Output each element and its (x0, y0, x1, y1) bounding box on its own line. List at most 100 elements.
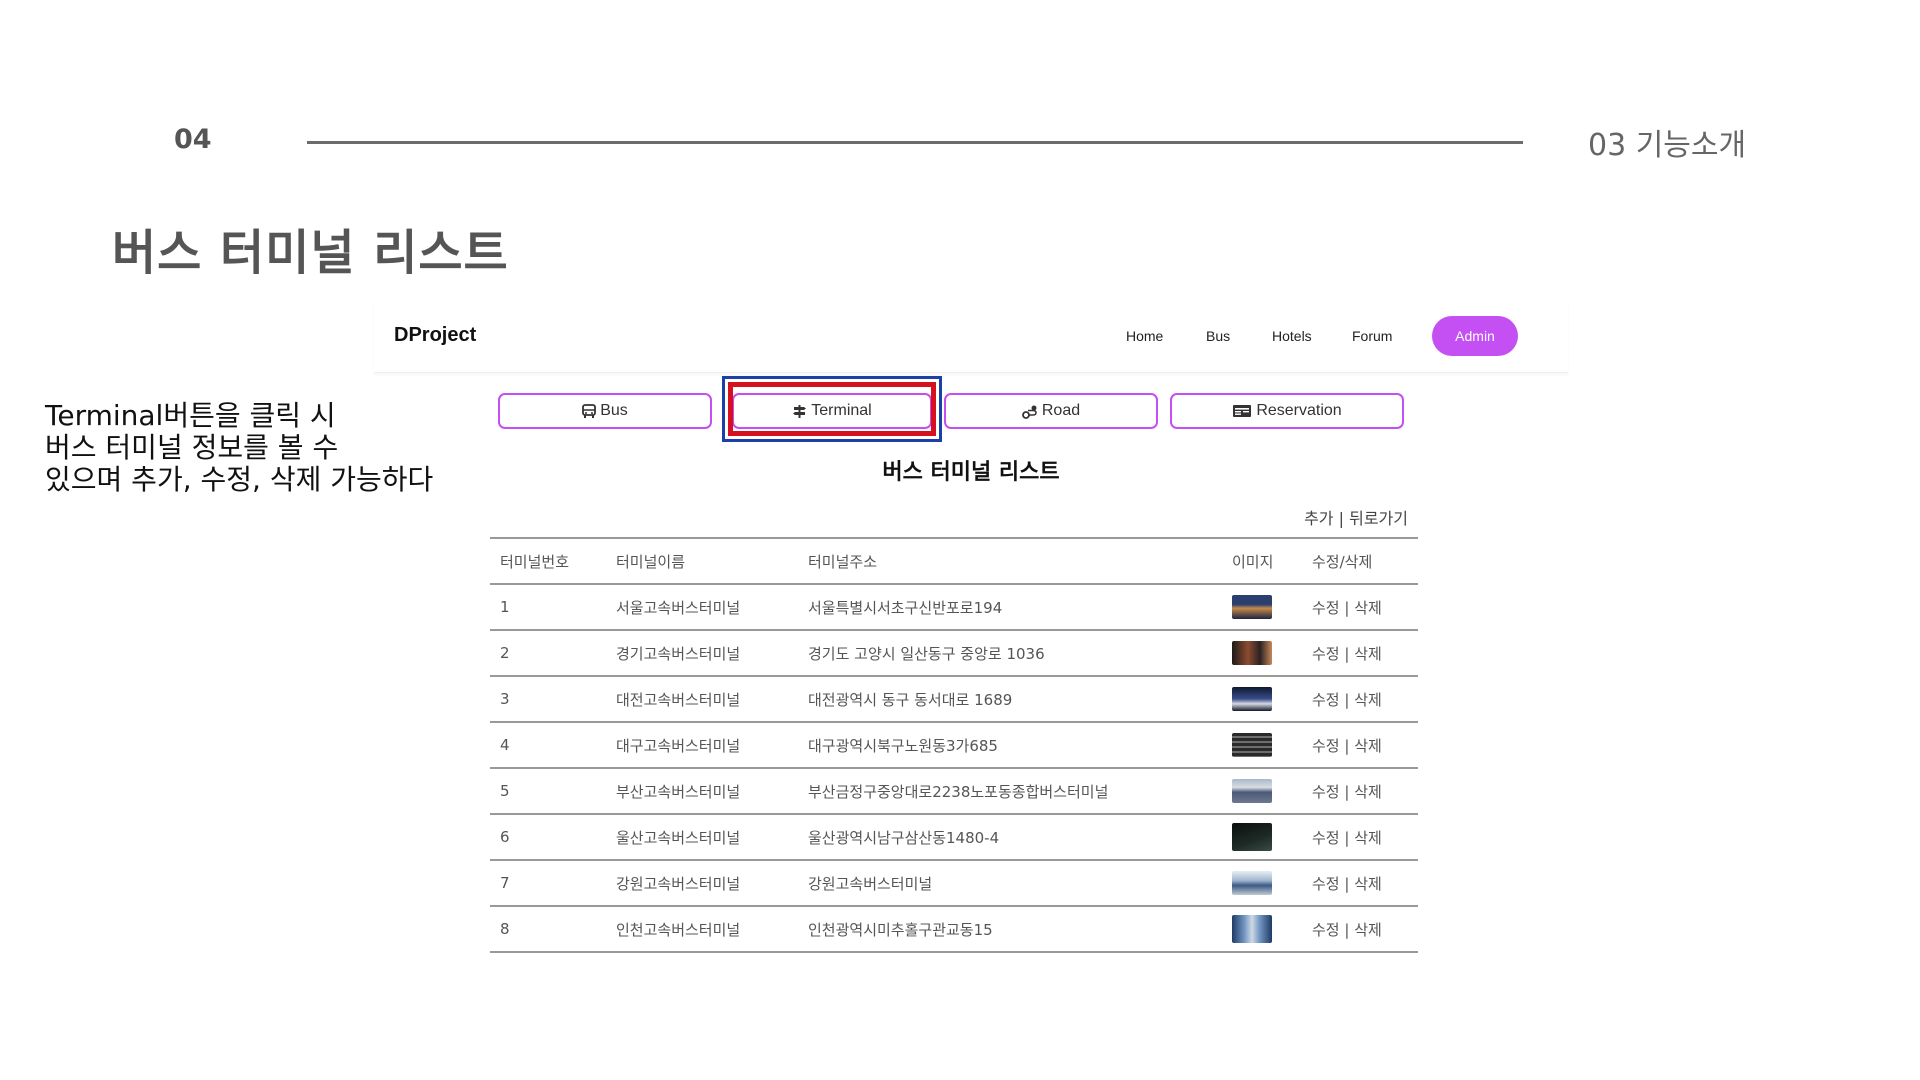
cell-image (1222, 676, 1302, 723)
table-row: 1 서울고속버스터미널 서울특별시서초구신반포로194 수정 | 삭제 (490, 584, 1418, 631)
cell-terminal-name: 울산고속버스터미널 (606, 814, 798, 861)
table-row: 8 인천고속버스터미널 인천광역시미추홀구관교동15 수정 | 삭제 (490, 906, 1418, 953)
list-title: 버스 터미널 리스트 (882, 460, 1060, 485)
nav-admin-button[interactable]: Admin (1432, 316, 1518, 356)
terminal-thumbnail (1232, 823, 1272, 851)
cell-terminal-no: 5 (490, 768, 606, 815)
header-terminal-no: 터미널번호 (490, 537, 606, 585)
terminal-thumbnail (1232, 779, 1272, 803)
delete-link[interactable]: 삭제 (1354, 783, 1382, 801)
cell-actions: 수정 | 삭제 (1302, 676, 1418, 723)
bus-icon (582, 403, 597, 419)
nav-home[interactable]: Home (1126, 328, 1163, 344)
cell-terminal-address: 대전광역시 동구 동서대로 1689 (798, 676, 1222, 723)
action-separator: | (1344, 874, 1350, 893)
header-edit-delete: 수정/삭제 (1302, 537, 1418, 585)
cell-image (1222, 860, 1302, 907)
table-row: 2 경기고속버스터미널 경기도 고양시 일산동구 중앙로 1036 수정 | 삭… (490, 630, 1418, 677)
header-terminal-name: 터미널이름 (606, 537, 798, 585)
cell-terminal-name: 대구고속버스터미널 (606, 722, 798, 769)
action-separator: | (1344, 690, 1350, 709)
cell-terminal-name: 서울고속버스터미널 (606, 584, 798, 631)
tab-reservation-button[interactable]: Reservation (1170, 393, 1404, 429)
cell-actions: 수정 | 삭제 (1302, 768, 1418, 815)
cell-image (1222, 630, 1302, 677)
action-separator: | (1344, 782, 1350, 801)
cell-terminal-name: 인천고속버스터미널 (606, 906, 798, 953)
action-separator: | (1344, 920, 1350, 939)
cell-actions: 수정 | 삭제 (1302, 584, 1418, 631)
edit-link[interactable]: 수정 (1312, 783, 1340, 801)
edit-link[interactable]: 수정 (1312, 599, 1340, 617)
tab-bus-button[interactable]: Bus (498, 393, 712, 429)
terminal-thumbnail (1232, 733, 1272, 757)
ticket-icon (1232, 404, 1252, 418)
terminal-thumbnail (1232, 595, 1272, 619)
add-link[interactable]: 추가 (1304, 509, 1333, 528)
terminal-highlight-box (722, 376, 942, 442)
table-row: 6 울산고속버스터미널 울산광역시남구삼산동1480-4 수정 | 삭제 (490, 814, 1418, 861)
cell-terminal-no: 6 (490, 814, 606, 861)
cell-image (1222, 722, 1302, 769)
edit-link[interactable]: 수정 (1312, 691, 1340, 709)
table-row: 5 부산고속버스터미널 부산금정구중앙대로2238노포동종합버스터미널 수정 |… (490, 768, 1418, 815)
cell-terminal-no: 3 (490, 676, 606, 723)
app-screenshot: DProject Home Bus Hotels Forum Admin Bus… (374, 300, 1568, 990)
delete-link[interactable]: 삭제 (1354, 829, 1382, 847)
slide-title: 버스 터미널 리스트 (112, 225, 509, 281)
cell-terminal-address: 대구광역시북구노원동3가685 (798, 722, 1222, 769)
back-link[interactable]: 뒤로가기 (1349, 509, 1408, 528)
tab-road-button[interactable]: Road (944, 393, 1158, 429)
cell-image (1222, 584, 1302, 631)
table-header-row: 터미널번호 터미널이름 터미널주소 이미지 수정/삭제 (490, 537, 1418, 585)
cell-terminal-no: 1 (490, 584, 606, 631)
delete-link[interactable]: 삭제 (1354, 921, 1382, 939)
nav-forum[interactable]: Forum (1352, 328, 1392, 344)
cell-terminal-address: 경기도 고양시 일산동구 중앙로 1036 (798, 630, 1222, 677)
edit-link[interactable]: 수정 (1312, 829, 1340, 847)
nav-hotels[interactable]: Hotels (1272, 328, 1312, 344)
tab-reservation-label: Reservation (1256, 402, 1342, 419)
delete-link[interactable]: 삭제 (1354, 875, 1382, 893)
delete-link[interactable]: 삭제 (1354, 645, 1382, 663)
header-image: 이미지 (1222, 537, 1302, 585)
cell-image (1222, 814, 1302, 861)
terminal-thumbnail (1232, 641, 1272, 665)
cell-terminal-no: 7 (490, 860, 606, 907)
action-separator: | (1344, 598, 1350, 617)
cell-terminal-name: 경기고속버스터미널 (606, 630, 798, 677)
slide-number: 04 (174, 124, 212, 155)
header-divider (307, 141, 1523, 144)
edit-link[interactable]: 수정 (1312, 875, 1340, 893)
cell-terminal-name: 부산고속버스터미널 (606, 768, 798, 815)
cell-terminal-name: 강원고속버스터미널 (606, 860, 798, 907)
list-actions: 추가 | 뒤로가기 (1304, 505, 1408, 529)
cell-actions: 수정 | 삭제 (1302, 814, 1418, 861)
action-separator: | (1338, 509, 1345, 528)
edit-link[interactable]: 수정 (1312, 921, 1340, 939)
header-terminal-address: 터미널주소 (798, 537, 1222, 585)
delete-link[interactable]: 삭제 (1354, 691, 1382, 709)
tab-road-label: Road (1041, 402, 1081, 419)
nav-bus[interactable]: Bus (1206, 328, 1230, 344)
action-separator: | (1344, 644, 1350, 663)
cell-actions: 수정 | 삭제 (1302, 906, 1418, 953)
delete-link[interactable]: 삭제 (1354, 599, 1382, 617)
terminal-thumbnail (1232, 915, 1272, 943)
cell-terminal-address: 울산광역시남구삼산동1480-4 (798, 814, 1222, 861)
section-title: 03 기능소개 (1588, 128, 1747, 163)
terminal-thumbnail (1232, 871, 1272, 895)
brand-logo[interactable]: DProject (394, 324, 476, 347)
action-separator: | (1344, 736, 1350, 755)
cell-actions: 수정 | 삭제 (1302, 860, 1418, 907)
delete-link[interactable]: 삭제 (1354, 737, 1382, 755)
edit-link[interactable]: 수정 (1312, 645, 1340, 663)
terminal-thumbnail (1232, 687, 1272, 711)
cell-terminal-no: 8 (490, 906, 606, 953)
cell-terminal-address: 부산금정구중앙대로2238노포동종합버스터미널 (798, 768, 1222, 815)
terminal-highlight-inner (728, 382, 936, 436)
edit-link[interactable]: 수정 (1312, 737, 1340, 755)
cell-image (1222, 768, 1302, 815)
table-row: 4 대구고속버스터미널 대구광역시북구노원동3가685 수정 | 삭제 (490, 722, 1418, 769)
cell-terminal-address: 인천광역시미추홀구관교동15 (798, 906, 1222, 953)
